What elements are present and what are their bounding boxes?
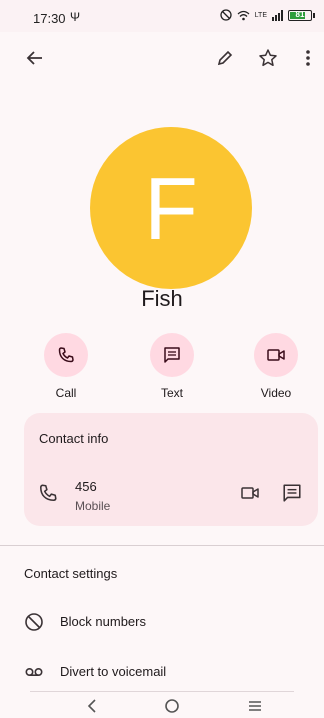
- status-icons: LTE 81: [220, 9, 315, 21]
- section-divider: [0, 545, 324, 546]
- divert-voicemail-row[interactable]: Divert to voicemail: [0, 650, 324, 694]
- favorite-button[interactable]: [250, 40, 286, 76]
- divert-voicemail-label: Divert to voicemail: [60, 664, 167, 679]
- contact-settings-title: Contact settings: [24, 566, 118, 581]
- contact-info-title: Contact info: [39, 431, 109, 446]
- star-outline-icon: [259, 49, 277, 67]
- videocam-icon: [241, 487, 259, 499]
- lte-label: LTE: [254, 11, 267, 19]
- dnd-icon: [220, 9, 232, 21]
- nav-back-icon: [87, 699, 96, 713]
- nav-recents-icon: [249, 701, 261, 711]
- video-button[interactable]: [254, 333, 298, 377]
- back-button[interactable]: [17, 40, 53, 76]
- nav-recents-button[interactable]: [240, 695, 270, 717]
- avatar-letter: F: [144, 159, 198, 258]
- message-icon: [164, 347, 180, 363]
- signal-icon: [272, 9, 283, 21]
- contact-info-card: Contact info 456 Mobile: [24, 413, 318, 526]
- video-action[interactable]: Video: [241, 333, 311, 400]
- phone-icon: [38, 483, 58, 508]
- contact-name: Fish: [141, 286, 183, 311]
- phone-number[interactable]: 456: [75, 479, 97, 494]
- video-label: Video: [260, 386, 292, 400]
- message-number-button[interactable]: [278, 479, 306, 507]
- text-button[interactable]: [150, 333, 194, 377]
- text-label: Text: [160, 386, 183, 400]
- message-icon: [283, 484, 301, 502]
- wifi-icon: [237, 10, 250, 20]
- battery-level-text: 81: [295, 9, 305, 19]
- status-bar: 17:30 Ψ LTE 81: [0, 0, 324, 32]
- voicemail-icon: [24, 662, 44, 687]
- contact-avatar: F: [90, 127, 252, 289]
- nav-home-icon: [165, 699, 179, 713]
- call-label: Call: [55, 386, 77, 400]
- block-icon: [24, 612, 44, 637]
- usb-icon: Ψ: [70, 10, 81, 24]
- navigation-bar: [0, 691, 324, 718]
- phone-type: Mobile: [75, 499, 111, 513]
- call-button[interactable]: [44, 333, 88, 377]
- status-time: 17:30: [33, 11, 66, 26]
- edit-pencil-icon: [217, 50, 233, 66]
- back-arrow-icon: [26, 51, 42, 65]
- app-bar: [0, 40, 324, 80]
- more-vert-icon: [306, 50, 310, 66]
- phone-icon: [58, 347, 74, 363]
- more-options-button[interactable]: [290, 40, 324, 76]
- nav-home-button[interactable]: [157, 695, 187, 717]
- nav-divider: [30, 691, 294, 692]
- battery-icon: 81: [288, 9, 315, 21]
- block-numbers-label: Block numbers: [60, 614, 146, 629]
- nav-back-button[interactable]: [77, 695, 107, 717]
- call-action[interactable]: Call: [31, 333, 101, 400]
- videocam-icon: [267, 349, 285, 361]
- block-numbers-row[interactable]: Block numbers: [0, 600, 324, 644]
- edit-button[interactable]: [207, 40, 243, 76]
- video-call-number-button[interactable]: [236, 479, 264, 507]
- text-action[interactable]: Text: [137, 333, 207, 400]
